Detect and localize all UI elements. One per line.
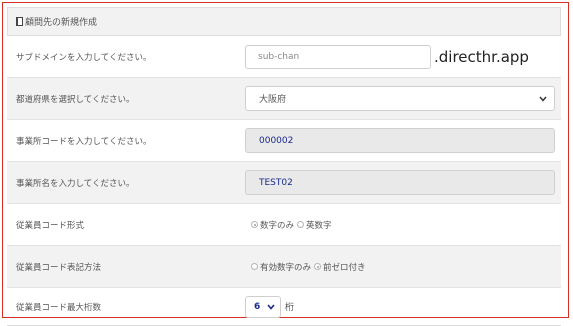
code-notation-row: 従業員コード表記方法 有効数字のみ 前ゼロ付き [7, 246, 561, 288]
code-notation-radio-group: 有効数字のみ 前ゼロ付き [245, 261, 369, 273]
book-icon [16, 17, 23, 26]
max-digits-row: 従業員コード最大桁数 6 桁 [7, 288, 561, 326]
max-digits-selected-value: 6 [254, 301, 261, 312]
code-format-digits-label[interactable]: 数字のみ [260, 219, 294, 231]
prefecture-selected-value: 大阪府 [259, 95, 287, 105]
new-client-panel: 顧問先の新規作成 サブドメインを入力してください。 sub-chan .dire… [2, 2, 569, 326]
max-digits-unit: 桁 [285, 303, 295, 313]
code-notation-leading-zero-label[interactable]: 前ゼロ付き [323, 261, 366, 273]
prefecture-row: 都道府県を選択してください。 大阪府 [7, 78, 561, 120]
domain-suffix: .directhr.app [434, 47, 529, 66]
subdomain-label: サブドメインを入力してください。 [16, 52, 152, 63]
client-form: サブドメインを入力してください。 sub-chan .directhr.app … [7, 36, 561, 326]
panel-title: 顧問先の新規作成 [25, 18, 98, 28]
code-format-alnum-label[interactable]: 英数字 [306, 219, 332, 231]
office-name-field: TEST02 [245, 170, 555, 195]
subdomain-row: サブドメインを入力してください。 sub-chan .directhr.app [7, 36, 561, 78]
panel-header: 顧問先の新規作成 [7, 7, 561, 36]
chevron-down-icon [538, 94, 548, 104]
office-code-label: 事業所コードを入力してください。 [16, 136, 152, 147]
code-format-row: 従業員コード形式 数字のみ 英数字 [7, 204, 561, 246]
code-notation-significant-label[interactable]: 有効数字のみ [260, 261, 311, 273]
code-format-digits-radio[interactable] [251, 221, 258, 228]
code-notation-label: 従業員コード表記方法 [16, 262, 102, 273]
office-code-row: 事業所コードを入力してください。 000002 [7, 120, 561, 162]
code-format-radio-group: 数字のみ 英数字 [245, 219, 335, 231]
office-name-row: 事業所名を入力してください。 TEST02 [7, 162, 561, 204]
code-notation-leading-zero-radio[interactable] [314, 263, 322, 270]
office-code-field: 000002 [245, 128, 555, 153]
subdomain-input[interactable]: sub-chan [245, 44, 431, 69]
code-format-label: 従業員コード形式 [16, 220, 85, 231]
max-digits-label: 従業員コード最大桁数 [16, 302, 102, 313]
chevron-down-icon [266, 302, 276, 312]
prefecture-label: 都道府県を選択してください。 [16, 94, 135, 105]
code-notation-significant-radio[interactable] [251, 263, 258, 270]
code-format-alnum-radio[interactable] [297, 221, 305, 228]
office-name-label: 事業所名を入力してください。 [16, 178, 135, 189]
prefecture-select[interactable]: 大阪府 [245, 86, 555, 111]
max-digits-select[interactable]: 6 [245, 295, 281, 318]
